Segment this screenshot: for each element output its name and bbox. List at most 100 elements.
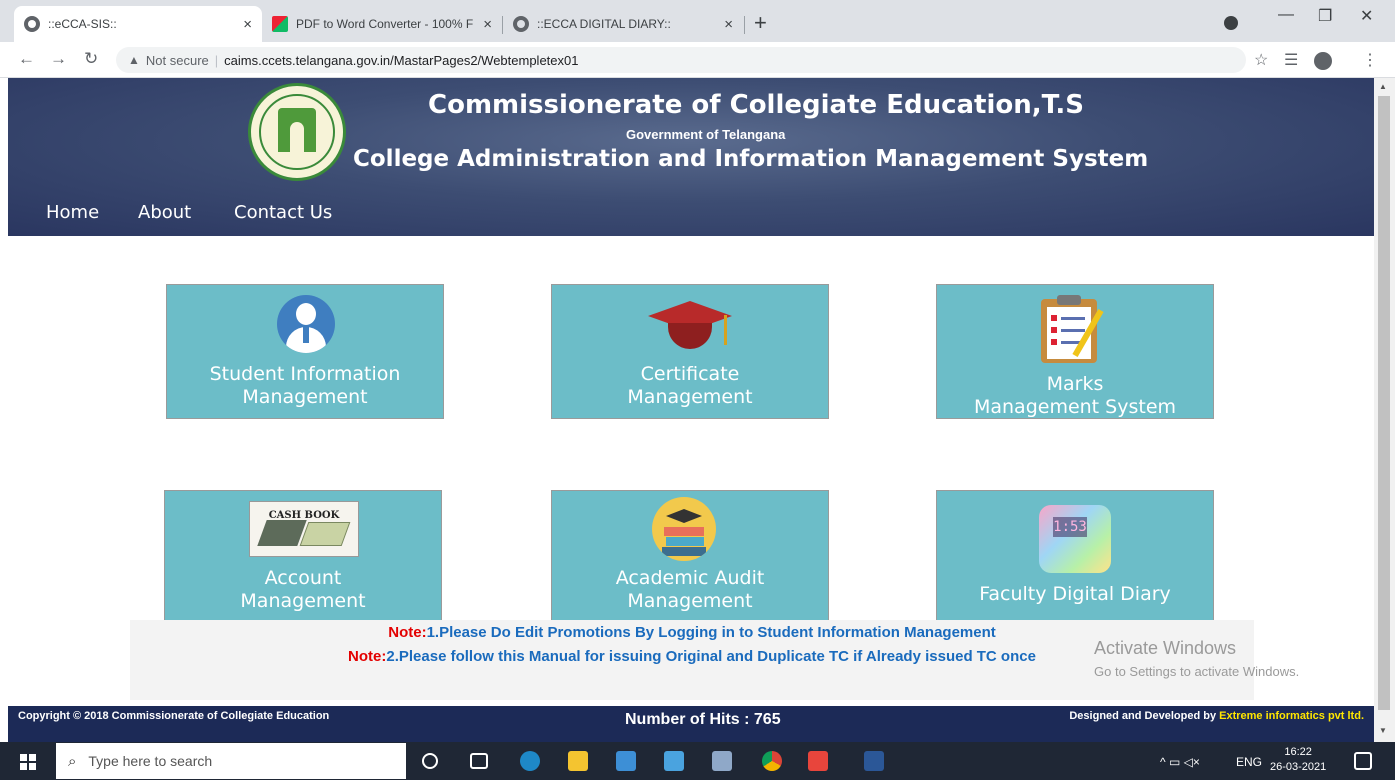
activate-windows-hint: Go to Settings to activate Windows. [1094,664,1300,679]
notice-panel: Note:1.Please Do Edit Promotions By Logg… [130,620,1254,700]
tab-search-icon[interactable] [1224,16,1238,30]
tile-marks-management[interactable]: Marks Management System [936,284,1214,419]
url-text[interactable]: caims.ccets.telangana.gov.in/MastarPages… [224,53,578,68]
mail-icon[interactable] [664,751,684,771]
scroll-up-arrow-icon[interactable]: ▲ [1379,82,1387,91]
note-text[interactable]: 2.Please follow this Manual for issuing … [386,648,1036,665]
word-icon[interactable] [864,751,884,771]
search-icon: ⌕ [68,752,77,770]
task-view-icon[interactable] [470,753,488,769]
profile-avatar-icon[interactable] [1314,52,1332,70]
cortana-icon[interactable] [422,753,438,769]
tile-student-information[interactable]: Student Information Management [166,284,444,419]
back-icon[interactable]: ← [18,49,35,69]
taskbar-search-placeholder[interactable]: Type here to search [88,753,212,769]
clock-display: 1:53 [1053,517,1087,537]
tile-academic-audit[interactable]: Academic Audit Management [551,490,829,625]
checklist-line [1061,329,1085,332]
clipboard-clip [1057,295,1081,305]
tile-label-line2: Management [240,590,366,612]
developer-company-link[interactable]: Extreme informatics pvt ltd. [1219,710,1364,722]
tile-certificate-management[interactable]: Certificate Management [551,284,829,419]
restore-icon[interactable]: ❐ [1318,6,1332,26]
person-head [296,303,316,325]
bookmark-star-icon[interactable]: ☆ [1254,50,1268,70]
scroll-down-arrow-icon[interactable]: ▼ [1379,726,1387,735]
new-tab-button[interactable]: + [754,10,767,36]
tile-label: Faculty Digital Diary [979,583,1171,605]
developer-credit: Designed and Developed by Extreme inform… [1069,710,1364,722]
check-mark [1051,315,1057,321]
chrome-icon[interactable] [762,751,782,771]
anydesk-icon[interactable] [808,751,828,771]
note-lead: Note: [388,624,427,641]
windows-start-icon[interactable] [20,754,36,770]
file-explorer-icon[interactable] [568,751,588,771]
globe-icon [513,16,529,32]
note-line-2[interactable]: Note:2.Please follow this Manual for iss… [130,648,1254,665]
check-mark [1051,339,1057,345]
url-separator: | [214,52,219,68]
forward-icon[interactable]: → [50,49,67,69]
security-label[interactable]: Not secure [146,53,209,68]
close-tab-icon[interactable]: × [483,16,492,33]
telangana-emblem-logo [248,83,346,181]
reading-list-icon[interactable]: ☰ [1284,50,1298,70]
scroll-thumb[interactable] [1378,96,1390,710]
cash-book-icon: CASH BOOK [249,501,359,557]
minimize-icon[interactable]: — [1278,6,1294,24]
warning-icon[interactable]: ▲ [128,53,140,67]
tile-label-line2: Management [242,386,368,408]
taskbar-search-box[interactable]: ⌕ Type here to search [56,743,406,779]
system-clock[interactable]: 16:22 26-03-2021 [1270,745,1326,775]
close-tab-icon[interactable]: × [243,16,252,33]
tab-pdf-converter[interactable]: PDF to Word Converter - 100% F × [262,6,502,42]
close-window-icon[interactable]: ✕ [1360,6,1373,26]
page-scrollbar[interactable]: ▲ ▼ [1374,78,1395,742]
store-icon[interactable] [616,751,636,771]
designed-by-label: Designed and Developed by [1069,710,1217,722]
tab-ecca-sis[interactable]: ::eCCA-SIS:: × [14,6,262,42]
tile-label-line2: Management System [973,396,1177,418]
tab-title: ::eCCA-SIS:: [48,17,117,31]
cash-book-cover [257,520,307,546]
cash-notes [299,522,351,546]
tile-account-management[interactable]: CASH BOOK Account Management [164,490,442,625]
address-bar-row: ← → ↻ ▲ Not secure | caims.ccets.telanga… [0,42,1395,78]
edge-browser-icon[interactable] [520,751,540,771]
nav-contact-us[interactable]: Contact Us [234,202,332,223]
tab-title: ::ECCA DIGITAL DIARY:: [537,17,671,31]
windows-taskbar: ⌕ Type here to search ^ ▭ ◁× ENG 16:22 2… [0,742,1395,780]
browser-tab-strip: ::eCCA-SIS:: × PDF to Word Converter - 1… [0,0,1395,42]
tile-label-line1: Marks [1046,373,1104,395]
tile-label-line1: Student Information [209,363,401,385]
tile-faculty-digital-diary[interactable]: 1:53 Faculty Digital Diary [936,490,1214,625]
reload-icon[interactable]: ↻ [84,49,98,69]
tile-label-line2: Management [627,386,753,408]
tab-digital-diary[interactable]: ::ECCA DIGITAL DIARY:: × [503,6,743,42]
digital-clock-icon: 1:53 [1039,505,1111,573]
hit-counter: Number of Hits : 765 [625,711,781,728]
cap-tassel [724,315,727,345]
site-footer: Copyright © 2018 Commissionerate of Coll… [8,706,1374,742]
globe-icon [24,16,40,32]
tile-label-line1: Account [264,567,342,589]
note-line-1: Note:1.Please Do Edit Promotions By Logg… [130,624,1254,641]
note-text: 1.Please Do Edit Promotions By Logging i… [426,624,996,641]
snipping-tool-icon[interactable] [712,751,732,771]
menu-kebab-icon[interactable]: ⋮ [1362,50,1378,70]
emblem-gate [278,108,316,152]
nav-home[interactable]: Home [46,202,99,223]
notification-icon[interactable] [1354,752,1372,770]
tray-icons[interactable]: ^ ▭ ◁× [1160,755,1200,769]
nav-about[interactable]: About [138,202,191,223]
cap-base [668,323,712,349]
input-language[interactable]: ENG [1236,755,1262,769]
audit-book [666,537,704,546]
close-tab-icon[interactable]: × [724,16,733,33]
student-person-icon [277,295,335,353]
site-subtitle: Government of Telangana [626,127,786,142]
url-bar[interactable]: ▲ Not secure | caims.ccets.telangana.gov… [116,47,1246,73]
clipboard-checklist-icon [1037,293,1107,365]
page-viewport: Commissionerate of Collegiate Education,… [8,78,1374,742]
